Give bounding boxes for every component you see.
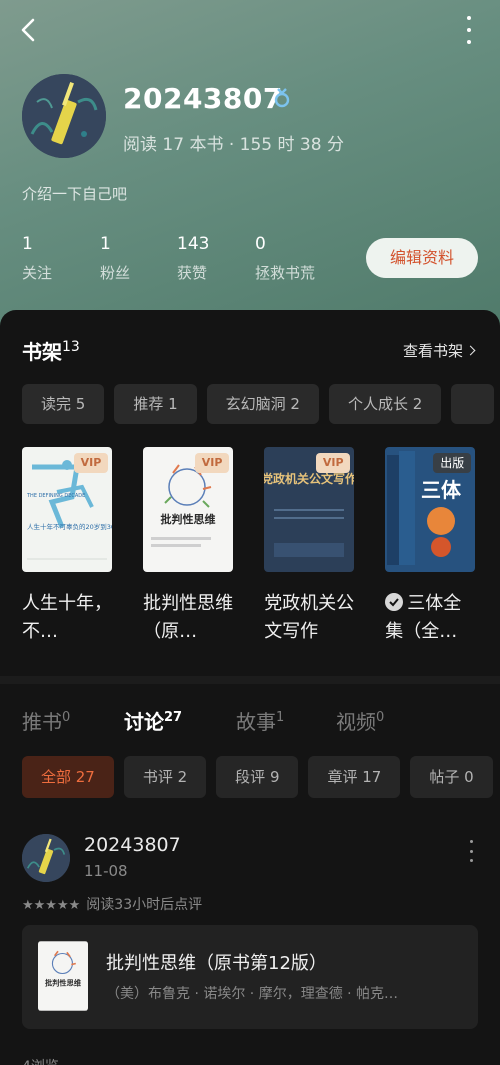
tab-label: 视频	[336, 710, 376, 734]
tab-label: 故事	[236, 710, 276, 734]
more-vertical-icon[interactable]	[464, 16, 474, 44]
stat-label: 拯救书荒	[255, 264, 316, 282]
tab-count: 0	[376, 710, 385, 725]
section-divider	[0, 676, 500, 684]
vip-badge: VIP	[195, 453, 230, 473]
card-book-title: 批判性思维（原书第12版）	[106, 953, 327, 974]
filter-posts[interactable]: 帖子 0	[410, 756, 493, 798]
view-shelf-link[interactable]: 查看书架	[402, 340, 476, 361]
cover-text: 批判性思维	[45, 979, 82, 988]
stat-value: 1	[22, 234, 33, 254]
tab-count: 0	[62, 710, 71, 725]
shelf-categories: 读完 5 推荐 1 玄幻脑洞 2 个人成长 2	[22, 384, 500, 426]
stat-likes[interactable]: 143 获赞	[177, 234, 209, 283]
stat-label: 粉丝	[100, 264, 131, 282]
back-icon[interactable]	[14, 14, 46, 46]
shelf-chip[interactable]: 读完 5	[22, 384, 105, 424]
stat-value: 0	[255, 234, 266, 254]
filter-reviews[interactable]: 书评 2	[123, 756, 207, 798]
book-cover: 三体 出版	[385, 447, 476, 572]
tab-recommend[interactable]: 推书0	[22, 706, 70, 735]
card-book-author: （美）布鲁克 · 诺埃尔 · 摩尔，理查德 · 帕克…	[106, 986, 399, 1002]
shelf-chip[interactable]: 个人成长 2	[328, 384, 442, 424]
shelf-title: 书架13	[22, 336, 80, 365]
avatar[interactable]	[22, 74, 106, 158]
book-cover: 党政机关公文写作 VIP	[264, 447, 355, 572]
tab-label: 推书	[22, 710, 62, 734]
vip-badge: VIP	[316, 453, 351, 473]
reading-stat: 阅读 17 本书 · 155 时 38 分	[123, 135, 344, 155]
stat-following[interactable]: 1 关注	[22, 234, 52, 283]
cover-text: 人生十年不可辜负的20岁到30岁	[27, 522, 112, 531]
book-item[interactable]: 三体 出版 三体全集（全…	[385, 447, 476, 646]
book-card[interactable]: 批判性思维 批判性思维（原书第12版） （美）布鲁克 · 诺埃尔 · 摩尔，理查…	[22, 925, 478, 1029]
shelf-title-text: 书架	[22, 340, 62, 364]
book-title: 三体全集（全…	[385, 590, 475, 646]
tab-count: 1	[276, 710, 285, 725]
cover-text: 批判性思维	[161, 512, 216, 526]
book-title: 人生十年，不…	[22, 593, 112, 642]
discussion-filters: 全部 27 书评 2 段评 9 章评 17 帖子 0	[22, 756, 500, 800]
cover-text: THE DEFINING DECADE	[26, 493, 85, 499]
book-title: 党政机关公文写作	[264, 593, 355, 642]
book-item[interactable]: 批判性思维 VIP 批判性思维（原…	[143, 447, 234, 646]
shelf-count: 13	[62, 339, 80, 355]
edit-profile-button[interactable]: 编辑资料	[366, 238, 478, 278]
filter-chapter[interactable]: 章评 17	[308, 756, 401, 798]
tab-count: 27	[164, 710, 183, 725]
cover-text: 党政机关公文写作	[264, 471, 354, 486]
book-title: 批判性思维（原…	[143, 593, 234, 642]
stat-rescue[interactable]: 0 拯救书荒	[255, 234, 315, 283]
book-cover: 批判性思维 VIP	[143, 447, 234, 572]
stat-label: 获赞	[177, 264, 208, 282]
view-shelf-label: 查看书架	[402, 342, 463, 360]
book-cover: THE DEFINING DECADE 人生十年不可辜负的20岁到30岁 VIP	[22, 447, 112, 572]
book-item[interactable]: 党政机关公文写作 VIP 党政机关公文写作	[264, 447, 355, 646]
check-circle-icon	[385, 593, 404, 611]
profile-header: 20243807 阅读 17 本书 · 155 时 38 分 介绍一下自己吧 1…	[0, 0, 500, 340]
tab-story[interactable]: 故事1	[236, 706, 284, 735]
stat-followers[interactable]: 1 粉丝	[100, 234, 130, 283]
filter-all[interactable]: 全部 27	[22, 756, 114, 798]
shelf-books: THE DEFINING DECADE 人生十年不可辜负的20岁到30岁 VIP…	[22, 447, 500, 657]
shelf-chip[interactable]: 推荐 1	[114, 384, 197, 424]
rating-note: 阅读33小时后点评	[86, 897, 203, 913]
book-cover: 批判性思维	[38, 941, 88, 1011]
rating-row: ★★★★★ 阅读33小时后点评	[22, 894, 202, 914]
cover-text: 三体	[421, 478, 462, 502]
stat-value: 1	[100, 234, 111, 254]
view-count: 4浏览	[22, 1056, 59, 1065]
post-username[interactable]: 20243807	[84, 834, 181, 856]
tab-discussion[interactable]: 讨论27	[124, 706, 182, 735]
bio[interactable]: 介绍一下自己吧	[22, 183, 127, 204]
username: 20243807	[123, 82, 283, 115]
shelf-chip[interactable]: 玄幻脑洞 2	[206, 384, 319, 424]
book-item[interactable]: THE DEFINING DECADE 人生十年不可辜负的20岁到30岁 VIP…	[22, 447, 112, 646]
more-vertical-icon[interactable]	[468, 840, 474, 862]
avatar[interactable]	[22, 834, 70, 882]
star-rating: ★★★★★	[22, 898, 81, 913]
vip-badge: VIP	[74, 453, 108, 473]
male-icon	[274, 88, 290, 108]
post-date: 11-08	[84, 862, 128, 880]
content-panel: 书架13 查看书架 读完 5 推荐 1 玄幻脑洞 2 个人成长 2 THE DEFIN…	[0, 310, 500, 1065]
stat-label: 关注	[22, 264, 53, 282]
stat-value: 143	[177, 234, 210, 254]
shelf-chip[interactable]	[451, 384, 495, 424]
tab-video[interactable]: 视频0	[336, 706, 384, 735]
chevron-right-icon	[465, 345, 476, 356]
tab-label: 讨论	[124, 710, 164, 734]
filter-paragraph[interactable]: 段评 9	[216, 756, 299, 798]
print-badge: 出版	[433, 453, 472, 473]
